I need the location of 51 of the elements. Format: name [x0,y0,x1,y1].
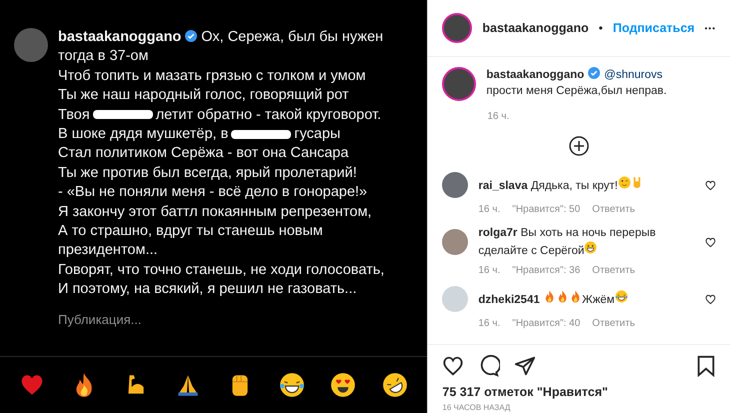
caption-line: Стал политиком Серёжа - вот она Сансара [58,144,350,164]
caption-line: Я закончу этот баттл покаянным репрезентом, [58,202,373,222]
likes-total[interactable]: 75 317 отметок "Нравится" [428,381,730,403]
avatar[interactable] [442,67,476,101]
follow-link[interactable]: Подписаться [612,21,695,35]
username[interactable]: bastaakanoggano [482,21,589,35]
status-text: Публикация... [58,310,142,329]
heart-icon[interactable] [705,236,716,248]
caption-line: И поэтому, на всякий, я решил не газовать... [58,280,358,300]
time-text: 16 ч. [478,265,500,276]
load-more-icon[interactable] [569,136,590,156]
caption-line: bastaakanoggano Ох, Сережа, был бы нужен тогда в 37-ом [58,28,384,66]
heart-icon[interactable] [442,355,464,377]
comment-text: dzheki2541 Жжём [478,290,695,308]
caption-line: - «Вы не поняли меня - всё дело в гонораре!» [58,183,368,202]
likes-count[interactable]: "Нравится": 50 [512,204,580,215]
mention-link[interactable]: @shnurovs [604,69,662,81]
caption-line: В шоке дядя мушкетёр, в гусары [58,125,342,144]
caption-line: А то страшно, вдруг ты станешь новым президентом... [58,222,324,260]
reply-link[interactable]: Ответить [592,265,635,276]
winking-face-icon[interactable] [618,176,631,189]
likes-count[interactable]: "Нравится": 40 [512,318,580,329]
reply-link[interactable]: Ответить [592,204,635,215]
crying-laughing-icon[interactable] [278,372,305,398]
caption-line: Ты же против был всегда, ярый пролетарий! [58,164,358,183]
bookmark-icon[interactable] [696,355,716,377]
caption-line: Говорят, что точно станешь, не ходи голосовать, [58,260,386,280]
more-options-icon[interactable]: ••• [704,24,716,32]
share-icon[interactable] [514,355,536,377]
caption-line: Твоя летит обратно - такой круговорот. [58,106,382,125]
time-text: 16 ч. [487,111,510,122]
caption-line: Чтоб топить и мазать грязью с толком и умом [58,66,367,86]
time-text: 16 ч. [478,204,500,215]
heart-icon[interactable] [705,294,716,304]
avatar[interactable] [442,172,468,198]
crying-laughing-icon[interactable] [614,290,628,303]
comment-text: rolga7r Вы хоть на ночь перерыв сделайте с Серёгой [478,226,657,259]
avatar[interactable] [442,13,472,43]
caption-line: Ты же наш народный голос, говорящий рот [58,86,350,106]
comment-text: rai_slava Дядька, ты крут! [478,176,695,194]
time-text: 16 ч. [478,318,500,329]
post-time: 16 ЧАСОВ НАЗАД [441,403,512,413]
separator-dot: • [598,21,603,35]
comment-icon[interactable] [478,355,500,377]
rolling-laughing-icon[interactable] [382,372,408,398]
caption-text: bastaakanoggano @shnurovs прости меня Серёжа,был неправ. [486,67,668,99]
likes-count[interactable]: "Нравится": 36 [512,265,580,276]
grinning-face-icon[interactable] [584,241,598,254]
heart-icon[interactable] [705,180,716,190]
reply-link[interactable]: Ответить [592,318,635,329]
heart-eyes-icon[interactable] [330,372,356,398]
